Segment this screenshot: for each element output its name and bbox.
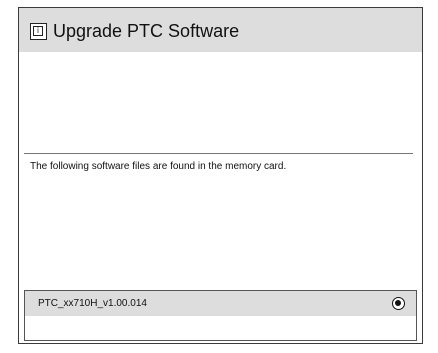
upgrade-dialog: i Upgrade PTC Software The following sof…: [18, 7, 423, 344]
info-icon: i: [30, 23, 47, 40]
file-name: PTC_xx710H_v1.00.014: [38, 298, 147, 309]
info-icon-glyph: i: [33, 26, 43, 36]
info-message: The following software files are found i…: [30, 161, 287, 172]
file-select-radio[interactable]: [392, 297, 405, 310]
dialog-title: Upgrade PTC Software: [53, 21, 240, 41]
radio-selected-dot: [395, 300, 401, 306]
divider: [24, 153, 413, 154]
file-list: PTC_xx710H_v1.00.014: [24, 290, 417, 341]
file-list-item[interactable]: PTC_xx710H_v1.00.014: [25, 291, 416, 316]
dialog-title-bar: i Upgrade PTC Software: [19, 8, 422, 52]
